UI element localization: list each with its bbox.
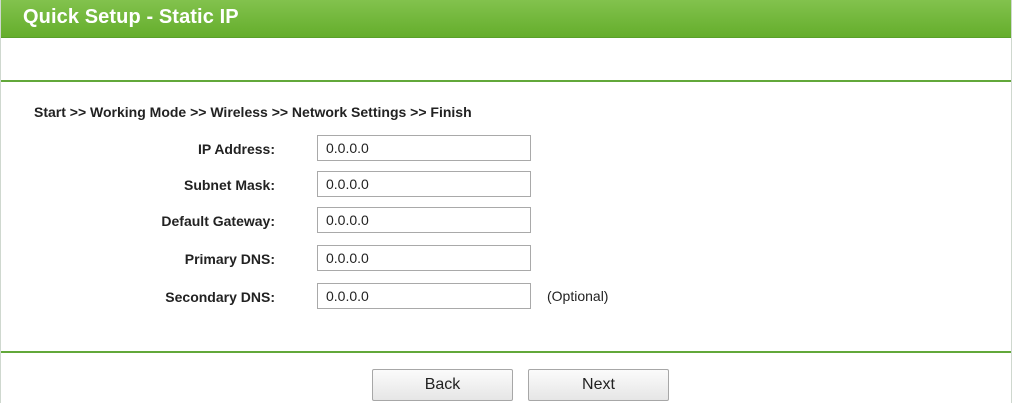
page-title: Quick Setup - Static IP [23,6,239,28]
ip-address-row: IP Address: [1,135,1011,163]
subnet-mask-row: Subnet Mask: [1,171,1011,199]
default-gateway-input[interactable] [317,207,531,233]
title-bar: Quick Setup - Static IP [1,0,1011,38]
secondary-dns-label: Secondary DNS: [165,289,275,305]
top-divider [1,80,1011,82]
quick-setup-panel: Quick Setup - Static IP Start >> Working… [0,0,1012,403]
back-button[interactable]: Back [372,369,513,401]
ip-address-input[interactable] [317,135,531,161]
primary-dns-row: Primary DNS: [1,245,1011,273]
default-gateway-label: Default Gateway: [161,213,275,229]
secondary-dns-row: Secondary DNS: (Optional) [1,283,1011,311]
optional-note: (Optional) [547,288,609,304]
next-button[interactable]: Next [528,369,669,401]
primary-dns-input[interactable] [317,245,531,271]
bottom-divider [1,351,1011,353]
subnet-mask-label: Subnet Mask: [183,177,275,193]
breadcrumb: Start >> Working Mode >> Wireless >> Net… [34,104,472,120]
secondary-dns-input[interactable] [317,283,531,309]
subnet-mask-input[interactable] [317,171,531,197]
ip-address-label: IP Address: [197,141,275,157]
primary-dns-label: Primary DNS: [184,251,275,267]
default-gateway-row: Default Gateway: [1,207,1011,235]
